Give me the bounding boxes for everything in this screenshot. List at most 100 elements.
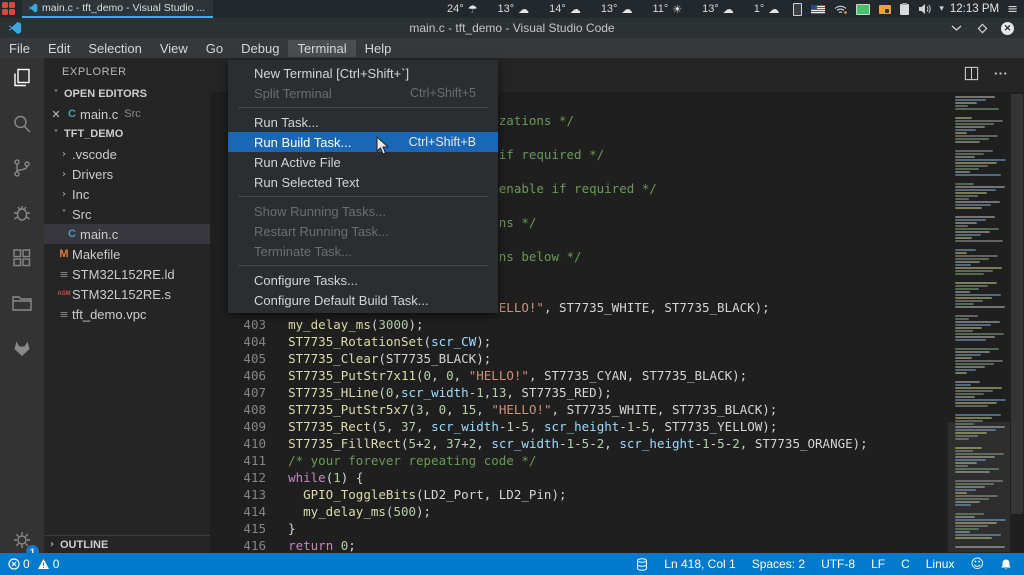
terminal-menu: New Terminal [Ctrl+Shift+`]Split Termina… bbox=[228, 60, 498, 313]
weather-widget[interactable]: 13°☁ bbox=[601, 3, 633, 16]
close-icon[interactable]: ✕ bbox=[48, 108, 64, 121]
file-stm32l152re-s[interactable]: ASMSTM32L152RE.s bbox=[44, 284, 210, 304]
weather-widget[interactable]: 24°☂ bbox=[447, 3, 478, 16]
menu-item-terminate-task[interactable]: Terminate Task... bbox=[228, 241, 498, 261]
cursor-position[interactable]: Ln 418, Col 1 bbox=[664, 557, 735, 571]
file-tft-demo-vpc[interactable]: ≡tft_demo.vpc bbox=[44, 304, 210, 324]
menu-item-configure-tasks[interactable]: Configure Tasks... bbox=[228, 270, 498, 290]
folder-drivers[interactable]: ›Drivers bbox=[44, 164, 210, 184]
close-button[interactable]: ✕ bbox=[1001, 22, 1014, 35]
menubar-item-selection[interactable]: Selection bbox=[79, 40, 150, 57]
encoding[interactable]: UTF-8 bbox=[821, 557, 855, 571]
editor-actions bbox=[964, 66, 1008, 81]
keyboard-layout-us-flag-icon[interactable] bbox=[811, 3, 825, 15]
scrollbar-thumb[interactable] bbox=[1011, 94, 1023, 514]
menubar-item-view[interactable]: View bbox=[151, 40, 197, 57]
minimap-line bbox=[955, 429, 996, 431]
language-mode[interactable]: C bbox=[901, 557, 910, 571]
menubar-item-debug[interactable]: Debug bbox=[232, 40, 288, 57]
explorer-sidebar: EXPLORER ˅OPEN EDITORS✕Cmain.cSrc˅TFT_DE… bbox=[44, 58, 210, 553]
code-line-408: ST7735_PutStr5x7(3, 0, 15, "HELLO!", ST7… bbox=[273, 401, 948, 418]
file-makefile[interactable]: MMakefile bbox=[44, 244, 210, 264]
app-launcher-icon[interactable] bbox=[0, 0, 18, 18]
eol-sequence[interactable]: LF bbox=[871, 557, 885, 571]
minimap-line bbox=[955, 330, 973, 332]
display-icon[interactable] bbox=[856, 3, 870, 15]
weather-widget[interactable]: 13°☁ bbox=[702, 3, 734, 16]
folder-lock-icon[interactable] bbox=[879, 3, 891, 15]
notifications-bell-icon[interactable] bbox=[1000, 558, 1012, 571]
weather-temp: 13° bbox=[702, 3, 719, 15]
folder-src[interactable]: ˅Src bbox=[44, 204, 210, 224]
minimap-line bbox=[955, 504, 971, 506]
wifi-icon[interactable] bbox=[834, 3, 847, 15]
file-main-c[interactable]: ✕Cmain.cSrc bbox=[44, 104, 210, 124]
activitybar-extensions-icon[interactable] bbox=[0, 238, 44, 278]
minimap-line bbox=[955, 537, 992, 539]
menu-item-run-active-file[interactable]: Run Active File bbox=[228, 152, 498, 172]
minimap-line bbox=[955, 105, 968, 107]
minimap-line bbox=[955, 150, 993, 152]
minimap[interactable] bbox=[948, 92, 1010, 553]
vertical-scrollbar[interactable] bbox=[1010, 92, 1024, 553]
section-tft-demo[interactable]: ˅TFT_DEMO bbox=[44, 124, 210, 144]
menu-item-configure-default-build-task[interactable]: Configure Default Build Task... bbox=[228, 290, 498, 310]
file-main-c[interactable]: Cmain.c bbox=[44, 224, 210, 244]
menubar-item-edit[interactable]: Edit bbox=[39, 40, 79, 57]
panel-menu-icon[interactable]: ≡ bbox=[1007, 2, 1018, 17]
activitybar-source-control-icon[interactable] bbox=[0, 148, 44, 188]
taskbar-window-button[interactable]: main.c - tft_demo - Visual Studio ... bbox=[22, 0, 213, 18]
minimize-button[interactable] bbox=[949, 21, 963, 35]
menubar-item-go[interactable]: Go bbox=[197, 40, 232, 57]
minimap-line bbox=[955, 525, 988, 527]
menu-item-run-build-task[interactable]: Run Build Task...Ctrl+Shift+B bbox=[228, 132, 498, 152]
minimap-line bbox=[955, 195, 978, 197]
minimap-line bbox=[955, 207, 982, 209]
split-editor-icon[interactable] bbox=[964, 66, 979, 81]
partly-sunny-icon: ☁ bbox=[570, 3, 581, 16]
line-number: 405 bbox=[210, 350, 266, 367]
menu-item-run-selected-text[interactable]: Run Selected Text bbox=[228, 172, 498, 192]
activitybar-file-manager-icon[interactable] bbox=[0, 283, 44, 323]
activitybar-explorer-icon[interactable] bbox=[0, 58, 44, 98]
feedback-smiley-icon[interactable]: ☺ bbox=[970, 557, 984, 572]
menu-item-run-task[interactable]: Run Task... bbox=[228, 112, 498, 132]
section-open-editors[interactable]: ˅OPEN EDITORS bbox=[44, 84, 210, 104]
remote-os[interactable]: Linux bbox=[926, 557, 955, 571]
weather-widget[interactable]: 1°☁ bbox=[754, 3, 780, 16]
device-icon[interactable] bbox=[793, 3, 802, 15]
menubar-item-file[interactable]: File bbox=[0, 40, 39, 57]
c-file-icon: C bbox=[64, 108, 80, 120]
menu-item-show-running-tasks[interactable]: Show Running Tasks... bbox=[228, 201, 498, 221]
file-stm32l152re-ld[interactable]: ≡STM32L152RE.ld bbox=[44, 264, 210, 284]
minimap-line bbox=[955, 168, 979, 170]
outline-section-header[interactable]: › OUTLINE bbox=[44, 535, 210, 553]
maximize-button[interactable] bbox=[975, 21, 989, 35]
menu-item-new-terminal-ctrl-shift[interactable]: New Terminal [Ctrl+Shift+`] bbox=[228, 63, 498, 83]
activitybar-gitlab-icon[interactable] bbox=[0, 328, 44, 368]
minimap-line bbox=[955, 306, 1005, 308]
problems-indicator[interactable]: 0 0 bbox=[8, 557, 59, 571]
more-actions-icon[interactable] bbox=[993, 66, 1008, 81]
clipboard-icon[interactable] bbox=[900, 3, 909, 15]
folder-inc[interactable]: ›Inc bbox=[44, 184, 210, 204]
minimap-line bbox=[955, 219, 986, 221]
menu-separator bbox=[238, 107, 488, 108]
weather-widget[interactable]: 14°☁ bbox=[549, 3, 581, 16]
menu-item-restart-running-task[interactable]: Restart Running Task... bbox=[228, 221, 498, 241]
menubar-item-help[interactable]: Help bbox=[356, 40, 401, 57]
clock[interactable]: 12:13 PM bbox=[950, 3, 999, 15]
minimap-line bbox=[955, 189, 996, 191]
menu-item-split-terminal[interactable]: Split TerminalCtrl+Shift+5 bbox=[228, 83, 498, 103]
indentation[interactable]: Spaces: 2 bbox=[752, 557, 805, 571]
activitybar-search-icon[interactable] bbox=[0, 104, 44, 144]
folder--vscode[interactable]: ›.vscode bbox=[44, 144, 210, 164]
activitybar-debug-icon[interactable] bbox=[0, 193, 44, 233]
menubar-item-terminal[interactable]: Terminal bbox=[288, 40, 355, 57]
weather-widget[interactable]: 13°☁ bbox=[498, 3, 530, 16]
weather-widget[interactable]: 11°☀ bbox=[652, 3, 682, 16]
volume-icon[interactable] bbox=[918, 3, 931, 15]
weather-temp: 13° bbox=[498, 3, 515, 15]
database-icon[interactable] bbox=[636, 558, 648, 571]
tray-expand-caret-icon[interactable]: ▾ bbox=[939, 4, 944, 14]
